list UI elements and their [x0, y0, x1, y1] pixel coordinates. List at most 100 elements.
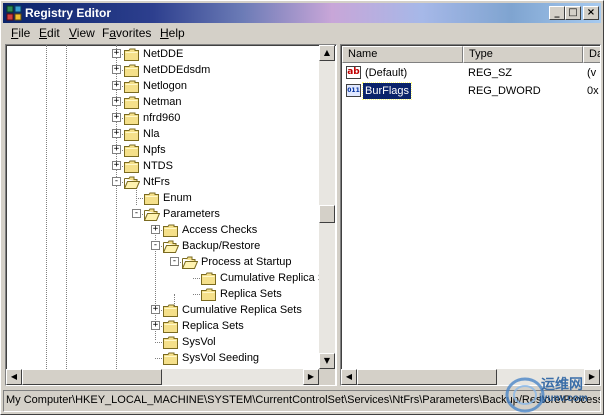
- binary-value-icon: 011: [346, 84, 361, 97]
- registry-editor-window: Registry Editor _ □ × File Edit View Fav…: [0, 0, 604, 415]
- tree-item[interactable]: + NetDDEdsdm: [6, 62, 319, 78]
- tree-item-label: Replica Sets: [220, 288, 282, 300]
- tree-item[interactable]: SysVol: [6, 334, 319, 350]
- folder-icon: [124, 64, 139, 77]
- tree-scroll-up-button[interactable]: ▲: [319, 45, 335, 61]
- tree-scroll-down-button[interactable]: ▼: [319, 353, 335, 369]
- tree-item[interactable]: + Access Checks: [6, 222, 319, 238]
- value-data: 0x: [587, 85, 599, 97]
- folder-icon: [144, 192, 159, 205]
- expand-icon[interactable]: +: [112, 129, 121, 138]
- tree-item[interactable]: - Process at Startup: [6, 254, 319, 270]
- string-value-icon: ab: [346, 66, 361, 79]
- expand-icon[interactable]: +: [151, 321, 160, 330]
- value-name: (Default): [365, 67, 408, 79]
- expand-icon[interactable]: +: [151, 225, 160, 234]
- open-folder-icon: [182, 256, 198, 269]
- tree-item[interactable]: + Netman: [6, 94, 319, 110]
- tree-item-label: NetDDE: [143, 48, 184, 60]
- tree-item-label: Cumulative Replica Sets: [182, 304, 302, 316]
- list-scroll-left-button[interactable]: ◀: [341, 369, 357, 385]
- folder-icon: [163, 320, 178, 333]
- tree-scroll-right-button[interactable]: ▶: [303, 369, 319, 385]
- folder-icon: [163, 352, 178, 365]
- menu-file[interactable]: File: [11, 26, 30, 40]
- window-title: Registry Editor: [25, 6, 112, 20]
- watermark-url: iyunv.com: [539, 393, 588, 404]
- expand-icon[interactable]: +: [112, 49, 121, 58]
- expand-icon[interactable]: +: [112, 145, 121, 154]
- expand-icon[interactable]: +: [112, 97, 121, 106]
- menu-view-label: iew: [76, 26, 95, 40]
- folder-icon: [124, 48, 139, 61]
- tree-scroll-left-button[interactable]: ◀: [6, 369, 22, 385]
- expand-icon[interactable]: +: [112, 65, 121, 74]
- tree-item[interactable]: - Parameters: [6, 206, 319, 222]
- folder-icon: [201, 272, 216, 285]
- tree-item[interactable]: + Nla: [6, 126, 319, 142]
- folder-icon: [124, 96, 139, 109]
- tree-item-label: Netlogon: [143, 80, 188, 92]
- menu-file-label: ile: [18, 26, 31, 40]
- menu-help-label: elp: [168, 26, 185, 40]
- folder-icon: [163, 304, 178, 317]
- menu-help-accel: H: [160, 26, 169, 40]
- tree-item[interactable]: Enum: [6, 190, 319, 206]
- open-folder-icon: [163, 240, 179, 253]
- tree-item-label: Parameters: [163, 208, 220, 220]
- column-header-type[interactable]: Type: [463, 46, 583, 63]
- menu-view-accel: V: [69, 26, 77, 40]
- tree-item-label: Replica Sets: [182, 320, 244, 332]
- collapse-icon[interactable]: -: [132, 209, 141, 218]
- minimize-button[interactable]: _: [549, 6, 565, 20]
- tree-hscroll-thumb[interactable]: [22, 369, 162, 385]
- tree-item[interactable]: - Backup/Restore: [6, 238, 319, 254]
- collapse-icon[interactable]: -: [151, 241, 160, 250]
- column-header-name[interactable]: Name: [342, 46, 463, 63]
- menu-help[interactable]: Help: [160, 26, 185, 40]
- tree-item[interactable]: + NTDS: [6, 158, 319, 174]
- menu-edit-accel: E: [39, 26, 48, 40]
- list-hscroll-thumb[interactable]: [357, 369, 497, 385]
- column-header-data[interactable]: Da: [583, 46, 600, 63]
- folder-icon: [124, 112, 139, 125]
- tree-item-label: NtFrs: [143, 176, 170, 188]
- tree-item[interactable]: SysVol Seeding: [6, 350, 319, 366]
- tree-item-label: Access Checks: [182, 224, 258, 236]
- folder-icon: [201, 288, 216, 301]
- folder-icon: [163, 224, 178, 237]
- tree-item[interactable]: + Cumulative Replica Sets: [6, 302, 319, 318]
- title-bar[interactable]: Registry Editor _ □ ×: [3, 3, 601, 23]
- tree-item[interactable]: + nfrd960: [6, 110, 319, 126]
- maximize-button[interactable]: □: [565, 6, 581, 20]
- tree-item[interactable]: Cumulative Replica S: [6, 270, 325, 286]
- tree-scroll-corner: [319, 369, 335, 385]
- value-type: REG_SZ: [468, 67, 513, 79]
- expand-icon[interactable]: +: [112, 113, 121, 122]
- open-folder-icon: [144, 208, 160, 221]
- tree-item[interactable]: + Netlogon: [6, 78, 319, 94]
- folder-icon: [124, 128, 139, 141]
- registry-editor-icon: [6, 5, 22, 21]
- tree-item-label: Nla: [143, 128, 160, 140]
- menu-edit[interactable]: Edit: [39, 26, 60, 40]
- value-row[interactable]: 011 BurFlags REG_DWORD 0x: [341, 82, 600, 100]
- menu-view[interactable]: View: [69, 26, 95, 40]
- menu-favorites[interactable]: Favorites: [102, 26, 151, 40]
- tree-vscroll-thumb[interactable]: [319, 205, 335, 223]
- key-tree-pane[interactable]: + NetDDE + NetDDEdsdm + Netlogon + Netman + nfrd9…: [5, 44, 337, 386]
- expand-icon[interactable]: +: [112, 161, 121, 170]
- close-button[interactable]: ×: [583, 6, 599, 20]
- value-row[interactable]: ab (Default) REG_SZ (v: [341, 65, 600, 81]
- expand-icon[interactable]: +: [151, 305, 160, 314]
- expand-icon[interactable]: +: [112, 81, 121, 90]
- collapse-icon[interactable]: -: [170, 257, 179, 266]
- menu-favorites-label: vorites: [116, 26, 152, 40]
- tree-item[interactable]: + Npfs: [6, 142, 319, 158]
- collapse-icon[interactable]: -: [112, 177, 121, 186]
- tree-item[interactable]: - NtFrs: [6, 174, 319, 190]
- values-list-pane[interactable]: Name Type Da ab (Default) REG_SZ (v 011BurFl…: [340, 44, 601, 386]
- tree-item[interactable]: + Replica Sets: [6, 318, 319, 334]
- tree-item[interactable]: + NetDDE: [6, 46, 319, 62]
- tree-item[interactable]: Replica Sets: [6, 286, 319, 302]
